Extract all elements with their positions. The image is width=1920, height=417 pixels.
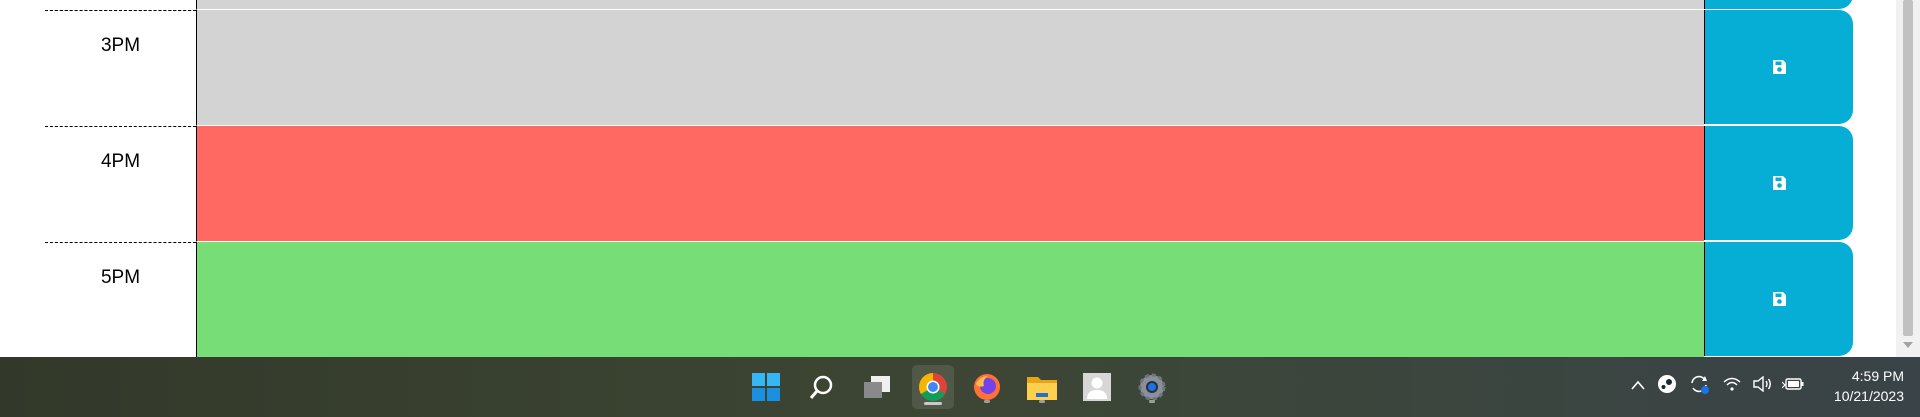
save-button[interactable] — [1704, 126, 1853, 240]
floppy-disk-icon — [1772, 60, 1786, 74]
chevron-up-icon[interactable] — [1631, 377, 1645, 393]
search-icon[interactable] — [802, 367, 842, 407]
page-scrollbar[interactable] — [1896, 0, 1920, 357]
floppy-disk-icon — [1772, 292, 1786, 306]
chrome-icon[interactable] — [912, 365, 954, 409]
contacts-icon[interactable] — [1077, 367, 1117, 407]
save-button[interactable] — [1704, 242, 1853, 356]
task-view-icon[interactable] — [857, 367, 897, 407]
windows-taskbar: 4:59 PM 10/21/2023 — [0, 357, 1920, 417]
clock-time: 4:59 PM — [1851, 368, 1904, 384]
scrollbar-thumb[interactable] — [1903, 0, 1913, 336]
time-block-textarea-past[interactable] — [196, 10, 1704, 126]
steam-icon[interactable] — [1657, 374, 1677, 397]
floppy-disk-icon — [1772, 176, 1786, 190]
battery-icon[interactable] — [1781, 376, 1804, 395]
sync-icon[interactable] — [1688, 373, 1710, 398]
open-app-indicator — [1039, 400, 1045, 403]
time-block-textarea-present[interactable] — [196, 126, 1704, 242]
hour-label: 3PM — [45, 10, 196, 126]
time-block-textarea-future[interactable] — [196, 242, 1704, 357]
hour-label: 5PM — [45, 242, 196, 357]
windows-start-icon[interactable] — [746, 367, 786, 407]
settings-icon[interactable] — [1132, 367, 1172, 407]
time-block-textarea[interactable] — [196, 0, 1704, 10]
save-button[interactable] — [1704, 10, 1853, 124]
open-app-indicator — [1149, 400, 1155, 403]
time-block-row-2pm — [45, 0, 1853, 10]
browser-viewport: 3PM 4PM 5PM — [0, 0, 1896, 357]
active-app-indicator — [924, 402, 942, 405]
open-app-indicator — [984, 400, 990, 403]
file-explorer-icon[interactable] — [1022, 367, 1062, 407]
scroll-down-arrow-icon[interactable] — [1903, 342, 1913, 348]
time-block-row: 3PM — [45, 10, 1853, 126]
firefox-icon[interactable] — [967, 367, 1007, 407]
time-block-row: 5PM — [45, 242, 1853, 357]
save-button[interactable] — [1704, 0, 1853, 9]
time-block-row: 4PM — [45, 126, 1853, 242]
hour-label: 4PM — [45, 126, 196, 242]
clock-date: 10/21/2023 — [1833, 388, 1904, 404]
system-clock[interactable]: 4:59 PM 10/21/2023 — [1808, 366, 1904, 406]
wifi-icon[interactable] — [1723, 377, 1741, 394]
volume-icon[interactable] — [1753, 375, 1773, 395]
